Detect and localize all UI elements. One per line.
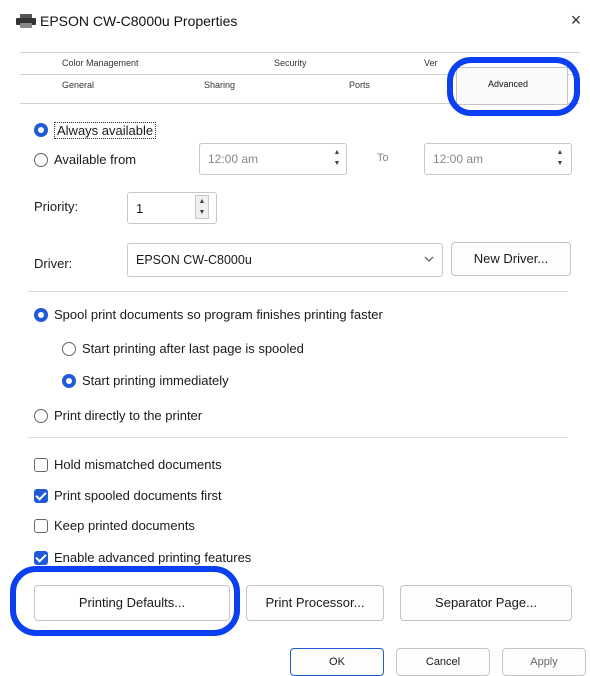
apply-button[interactable]: Apply xyxy=(502,648,586,676)
print-spooled-first-checkbox[interactable] xyxy=(34,489,48,503)
driver-select[interactable]: EPSON CW-C8000u xyxy=(127,243,443,277)
divider xyxy=(28,437,568,438)
driver-label: Driver: xyxy=(34,256,73,271)
priority-spinner[interactable]: ▲ ▼ xyxy=(195,195,209,219)
tab-sharing[interactable]: Sharing xyxy=(204,80,235,90)
printer-icon xyxy=(16,14,36,28)
print-directly-label: Print directly to the printer xyxy=(54,408,203,423)
available-from-label: Available from xyxy=(54,152,137,167)
start-immediately-label: Start printing immediately xyxy=(82,373,229,388)
start-immediately-radio[interactable] xyxy=(62,374,76,388)
tab-color-management[interactable]: Color Management xyxy=(62,58,139,68)
start-after-last-page-label: Start printing after last page is spoole… xyxy=(82,341,304,356)
from-time-field[interactable]: 12:00 am xyxy=(199,143,347,175)
tab-version-information[interactable]: Ver xyxy=(424,58,438,68)
window-title: EPSON CW-C8000u Properties xyxy=(40,13,238,29)
keep-printed-label: Keep printed documents xyxy=(54,518,195,533)
separator-page-button[interactable]: Separator Page... xyxy=(400,585,572,621)
divider xyxy=(28,291,568,292)
keep-printed-checkbox[interactable] xyxy=(34,519,48,533)
new-driver-button[interactable]: New Driver... xyxy=(451,242,571,276)
to-time-spinner[interactable]: ▲ ▼ xyxy=(553,147,567,171)
enable-advanced-checkbox[interactable] xyxy=(34,551,48,565)
hold-mismatched-label: Hold mismatched documents xyxy=(54,457,222,472)
tab-general[interactable]: General xyxy=(62,80,94,90)
available-from-radio[interactable] xyxy=(34,153,48,167)
highlight-advanced-tab xyxy=(447,57,580,116)
tab-ports[interactable]: Ports xyxy=(349,80,370,90)
priority-label: Priority: xyxy=(34,199,79,214)
from-time-spinner[interactable]: ▲ ▼ xyxy=(330,147,344,171)
print-processor-button[interactable]: Print Processor... xyxy=(246,585,384,621)
highlight-printing-defaults xyxy=(10,566,240,636)
tab-security[interactable]: Security xyxy=(274,58,307,68)
enable-advanced-label: Enable advanced printing features xyxy=(54,550,252,565)
print-directly-radio[interactable] xyxy=(34,409,48,423)
always-available-radio[interactable] xyxy=(34,123,48,137)
spool-radio[interactable] xyxy=(34,308,48,322)
hold-mismatched-checkbox[interactable] xyxy=(34,458,48,472)
to-label: To xyxy=(377,152,389,164)
always-available-label: Always available xyxy=(54,122,157,139)
chevron-down-icon xyxy=(424,256,434,262)
to-time-field[interactable]: 12:00 am xyxy=(424,143,572,175)
start-after-last-page-radio[interactable] xyxy=(62,342,76,356)
cancel-button[interactable]: Cancel xyxy=(396,648,490,676)
spool-label: Spool print documents so program finishe… xyxy=(54,307,383,322)
ok-button[interactable]: OK xyxy=(290,648,384,676)
close-button[interactable]: × xyxy=(566,9,586,31)
print-spooled-first-label: Print spooled documents first xyxy=(54,488,222,503)
